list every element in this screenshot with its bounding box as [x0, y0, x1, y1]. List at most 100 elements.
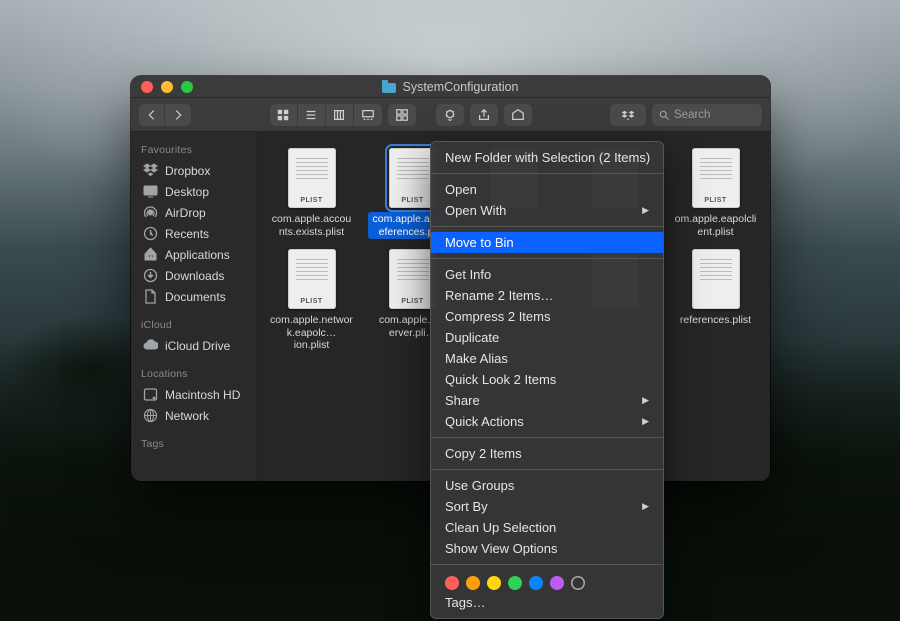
sidebar-item-label: Recents — [165, 227, 209, 241]
sidebar: FavouritesDropbox Desktop AirDrop Recents Ap… — [131, 132, 257, 481]
search-icon — [658, 109, 670, 121]
tag-color-dot[interactable] — [466, 576, 480, 590]
context-menu-item[interactable]: Quick Actions — [431, 411, 663, 432]
context-menu-item[interactable]: Duplicate — [431, 327, 663, 348]
dropbox-icon — [143, 163, 158, 178]
minimize-button[interactable] — [161, 81, 173, 93]
view-icons-button[interactable] — [270, 104, 298, 126]
sidebar-item-label: Downloads — [165, 269, 224, 283]
search-field[interactable]: Search — [652, 104, 762, 126]
sidebar-item-label: Network — [165, 409, 209, 423]
view-gallery-button[interactable] — [354, 104, 382, 126]
plist-file-icon: PLIST — [288, 148, 336, 208]
context-menu-item[interactable]: Compress 2 Items — [431, 306, 663, 327]
sidebar-item-label: Macintosh HD — [165, 388, 240, 402]
network-icon — [143, 408, 158, 423]
airdrop-icon — [143, 205, 158, 220]
context-menu-item[interactable]: Move to Bin — [431, 232, 663, 253]
context-menu-item[interactable]: New Folder with Selection (2 Items) — [431, 147, 663, 168]
dropbox-toolbar-button[interactable] — [610, 104, 646, 126]
tag-color-dot[interactable] — [487, 576, 501, 590]
desktop-icon — [143, 184, 158, 199]
sidebar-item-recents[interactable]: Recents — [131, 223, 256, 244]
sidebar-heading: iCloud — [131, 315, 256, 335]
group-by-button[interactable] — [388, 104, 416, 126]
context-menu-item[interactable]: Clean Up Selection — [431, 517, 663, 538]
search-placeholder: Search — [674, 109, 710, 121]
file-item[interactable]: PLISTcom.apple.network.eapolc…ion.plist — [261, 247, 362, 361]
sidebar-item-label: iCloud Drive — [165, 339, 230, 353]
sidebar-item-downloads[interactable]: Downloads — [131, 265, 256, 286]
context-menu-item-tags[interactable]: Tags… — [431, 592, 663, 613]
zoom-button[interactable] — [181, 81, 193, 93]
tag-color-dot[interactable] — [550, 576, 564, 590]
file-item[interactable]: PLIST com.apple.accounts.exists.plist — [261, 146, 362, 247]
sidebar-item-label: Applications — [165, 248, 230, 262]
menu-separator — [431, 173, 663, 174]
context-menu-item[interactable]: Make Alias — [431, 348, 663, 369]
file-label: com.apple.accounts.exists.plist — [267, 212, 356, 239]
sidebar-heading: Locations — [131, 364, 256, 384]
sidebar-heading: Favourites — [131, 140, 256, 160]
menu-separator — [431, 258, 663, 259]
sidebar-item-label: AirDrop — [165, 206, 206, 220]
close-button[interactable] — [141, 81, 153, 93]
context-menu-item[interactable]: Rename 2 Items… — [431, 285, 663, 306]
sidebar-item-applications[interactable]: Applications — [131, 244, 256, 265]
cloud-icon — [143, 338, 158, 353]
action-menu-button[interactable] — [436, 104, 464, 126]
toolbar: Search — [131, 98, 770, 132]
tag-color-dot[interactable] — [445, 576, 459, 590]
forward-button[interactable] — [165, 104, 191, 126]
tag-color-dot[interactable] — [571, 576, 585, 590]
sidebar-item-dropbox[interactable]: Dropbox — [131, 160, 256, 181]
sidebar-heading: Tags — [131, 434, 256, 454]
file-item[interactable]: references.plist — [665, 247, 766, 361]
nav-group — [139, 104, 191, 126]
file-label: references.plist — [677, 313, 754, 328]
tag-color-row — [431, 570, 663, 592]
downloads-icon — [143, 268, 158, 283]
context-menu-item[interactable]: Show View Options — [431, 538, 663, 559]
sidebar-item-macintosh-hd[interactable]: Macintosh HD — [131, 384, 256, 405]
file-label: om.apple.eapolclient.plist — [671, 212, 760, 239]
back-button[interactable] — [139, 104, 165, 126]
context-menu-item[interactable]: Quick Look 2 Items — [431, 369, 663, 390]
sidebar-item-airdrop[interactable]: AirDrop — [131, 202, 256, 223]
context-menu-item[interactable]: Get Info — [431, 264, 663, 285]
tags-button[interactable] — [504, 104, 532, 126]
plist-file-icon: PLIST — [692, 148, 740, 208]
sidebar-item-label: Desktop — [165, 185, 209, 199]
folder-icon — [382, 83, 396, 93]
context-menu-item[interactable]: Share — [431, 390, 663, 411]
sidebar-item-desktop[interactable]: Desktop — [131, 181, 256, 202]
view-switcher — [270, 104, 382, 126]
tag-color-dot[interactable] — [529, 576, 543, 590]
share-button[interactable] — [470, 104, 498, 126]
context-menu-item[interactable]: Sort By — [431, 496, 663, 517]
context-menu-item[interactable]: Copy 2 Items — [431, 443, 663, 464]
sidebar-item-network[interactable]: Network — [131, 405, 256, 426]
documents-icon — [143, 289, 158, 304]
view-list-button[interactable] — [298, 104, 326, 126]
plist-file-icon — [692, 249, 740, 309]
menu-separator — [431, 226, 663, 227]
menu-separator — [431, 437, 663, 438]
titlebar[interactable]: SystemConfiguration — [131, 76, 770, 98]
tag-color-dot[interactable] — [508, 576, 522, 590]
file-label: com.apple.network.eapolc…ion.plist — [267, 313, 356, 353]
context-menu-item[interactable]: Open With — [431, 200, 663, 221]
sidebar-item-documents[interactable]: Documents — [131, 286, 256, 307]
apps-icon — [143, 247, 158, 262]
menu-separator — [431, 564, 663, 565]
context-menu-item[interactable]: Use Groups — [431, 475, 663, 496]
file-item[interactable]: PLIST om.apple.eapolclient.plist — [665, 146, 766, 247]
traffic-lights — [141, 81, 193, 93]
disk-icon — [143, 387, 158, 402]
view-columns-button[interactable] — [326, 104, 354, 126]
sidebar-item-label: Documents — [165, 290, 226, 304]
recents-icon — [143, 226, 158, 241]
window-title: SystemConfiguration — [402, 80, 518, 94]
context-menu-item[interactable]: Open — [431, 179, 663, 200]
sidebar-item-icloud-drive[interactable]: iCloud Drive — [131, 335, 256, 356]
